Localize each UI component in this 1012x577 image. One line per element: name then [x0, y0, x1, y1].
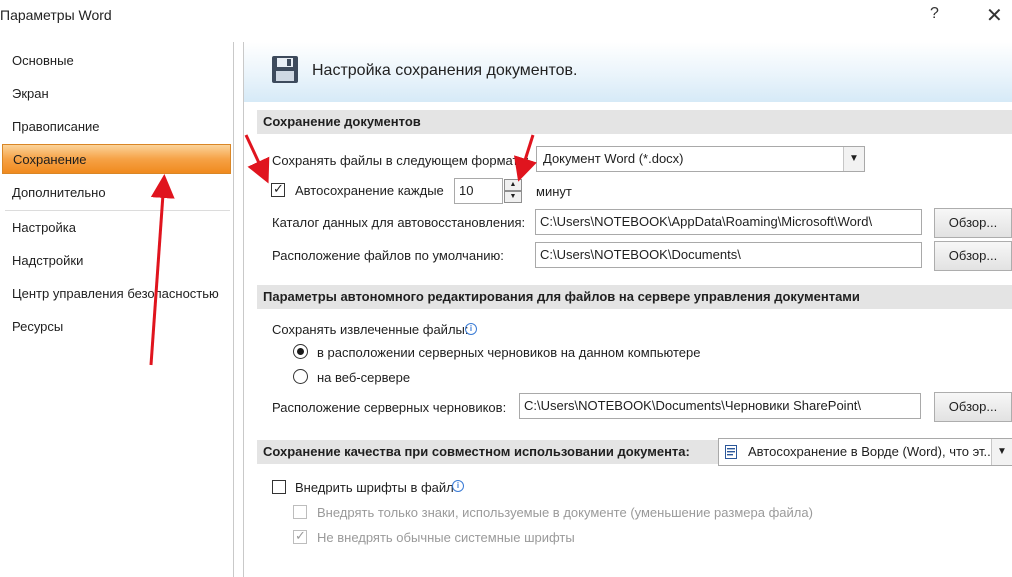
- autosave-label: Автосохранение каждые: [295, 183, 444, 198]
- info-icon: i: [452, 480, 464, 492]
- no-common-fonts-label: Не внедрять обычные системные шрифты: [317, 530, 575, 545]
- format-label: Сохранять файлы в следующем формате:: [272, 153, 530, 168]
- drafts-location-value: C:\Users\NOTEBOOK\Documents\Черновики Sh…: [524, 398, 862, 413]
- sidebar-item-customize[interactable]: Настройка: [0, 213, 232, 243]
- chevron-down-icon: ▼: [991, 439, 1012, 465]
- option-web-server-label: на веб-сервере: [317, 370, 411, 385]
- chevron-down-icon: ▼: [843, 147, 864, 171]
- embed-fonts-checkbox[interactable]: [272, 480, 286, 494]
- sidebar-item-general[interactable]: Основные: [0, 46, 232, 76]
- title-bar: Параметры Word ? ✕: [0, 0, 1012, 33]
- embed-used-chars-label: Внедрять только знаки, используемые в до…: [317, 505, 813, 520]
- help-button[interactable]: ?: [930, 5, 939, 23]
- section-offline-editing: Параметры автономного редактирования для…: [257, 285, 1012, 309]
- default-location-input[interactable]: C:\Users\NOTEBOOK\Documents\: [535, 242, 922, 268]
- radio-local-drafts[interactable]: [293, 344, 308, 359]
- radio-selected-dot: [297, 348, 304, 355]
- document-select[interactable]: Автосохранение в Ворде (Word), что эт...…: [718, 438, 1012, 466]
- autosave-minutes-value: 10: [459, 183, 474, 198]
- autosave-minutes-input[interactable]: 10: [454, 178, 503, 204]
- document-value: Автосохранение в Ворде (Word), что эт...: [748, 444, 995, 459]
- default-location-value: C:\Users\NOTEBOOK\Documents\: [540, 247, 741, 262]
- embed-fonts-label: Внедрить шрифты в файл: [295, 480, 454, 495]
- floppy-disk-icon: [272, 56, 298, 83]
- autorecover-path-value: C:\Users\NOTEBOOK\AppData\Roaming\Micros…: [540, 214, 873, 229]
- no-common-fonts-checkbox[interactable]: ✓: [293, 528, 307, 544]
- sidebar-item-addins[interactable]: Надстройки: [0, 246, 232, 276]
- autorecover-path-input[interactable]: C:\Users\NOTEBOOK\AppData\Roaming\Micros…: [535, 209, 922, 235]
- sidebar-item-save[interactable]: Сохранение: [2, 144, 231, 174]
- sidebar: Основные Экран Правописание Сохранение Д…: [0, 42, 234, 577]
- drafts-location-input[interactable]: C:\Users\NOTEBOOK\Documents\Черновики Sh…: [519, 393, 921, 419]
- browse-autorecover-button[interactable]: Обзор...: [934, 208, 1012, 238]
- sidebar-item-display[interactable]: Экран: [0, 79, 232, 109]
- main-panel: Настройка сохранения документов. Сохране…: [243, 42, 1012, 577]
- spin-up-icon[interactable]: ▲: [504, 179, 522, 191]
- page-title: Настройка сохранения документов.: [312, 62, 578, 79]
- close-button[interactable]: ✕: [986, 3, 1003, 28]
- embed-used-chars-checkbox[interactable]: [293, 505, 307, 519]
- info-icon: i: [465, 323, 477, 335]
- section-save-documents: Сохранение документов: [257, 110, 1012, 134]
- option-local-drafts-label: в расположении серверных черновиков на д…: [317, 345, 701, 360]
- sidebar-item-resources[interactable]: Ресурсы: [0, 312, 232, 342]
- autorecover-label: Каталог данных для автовосстановления:: [272, 215, 526, 230]
- checkmark-icon: ✓: [295, 528, 306, 543]
- spin-down-icon[interactable]: ▼: [504, 191, 522, 203]
- header-banner: Настройка сохранения документов.: [244, 42, 1012, 102]
- autosave-spinner[interactable]: ▲ ▼: [504, 179, 522, 203]
- format-value: Документ Word (*.docx): [543, 151, 684, 166]
- default-location-label: Расположение файлов по умолчанию:: [272, 248, 504, 263]
- save-extracted-label: Сохранять извлеченные файлы:: [272, 322, 469, 337]
- autosave-unit: минут: [536, 184, 572, 199]
- sidebar-item-advanced[interactable]: Дополнительно: [0, 178, 232, 208]
- drafts-location-label: Расположение серверных черновиков:: [272, 400, 507, 415]
- format-select[interactable]: Документ Word (*.docx) ▼: [536, 146, 865, 172]
- radio-web-server[interactable]: [293, 369, 308, 384]
- word-document-icon: [725, 445, 737, 459]
- sidebar-item-trust-center[interactable]: Центр управления безопасностью: [0, 279, 232, 309]
- window-title: Параметры Word: [0, 7, 112, 23]
- sidebar-item-proofing[interactable]: Правописание: [0, 112, 232, 142]
- browse-default-button[interactable]: Обзор...: [934, 241, 1012, 271]
- browse-drafts-button[interactable]: Обзор...: [934, 392, 1012, 422]
- sidebar-divider: [5, 210, 230, 211]
- checkmark-icon: ✓: [273, 181, 284, 196]
- autosave-checkbox[interactable]: ✓: [271, 181, 285, 197]
